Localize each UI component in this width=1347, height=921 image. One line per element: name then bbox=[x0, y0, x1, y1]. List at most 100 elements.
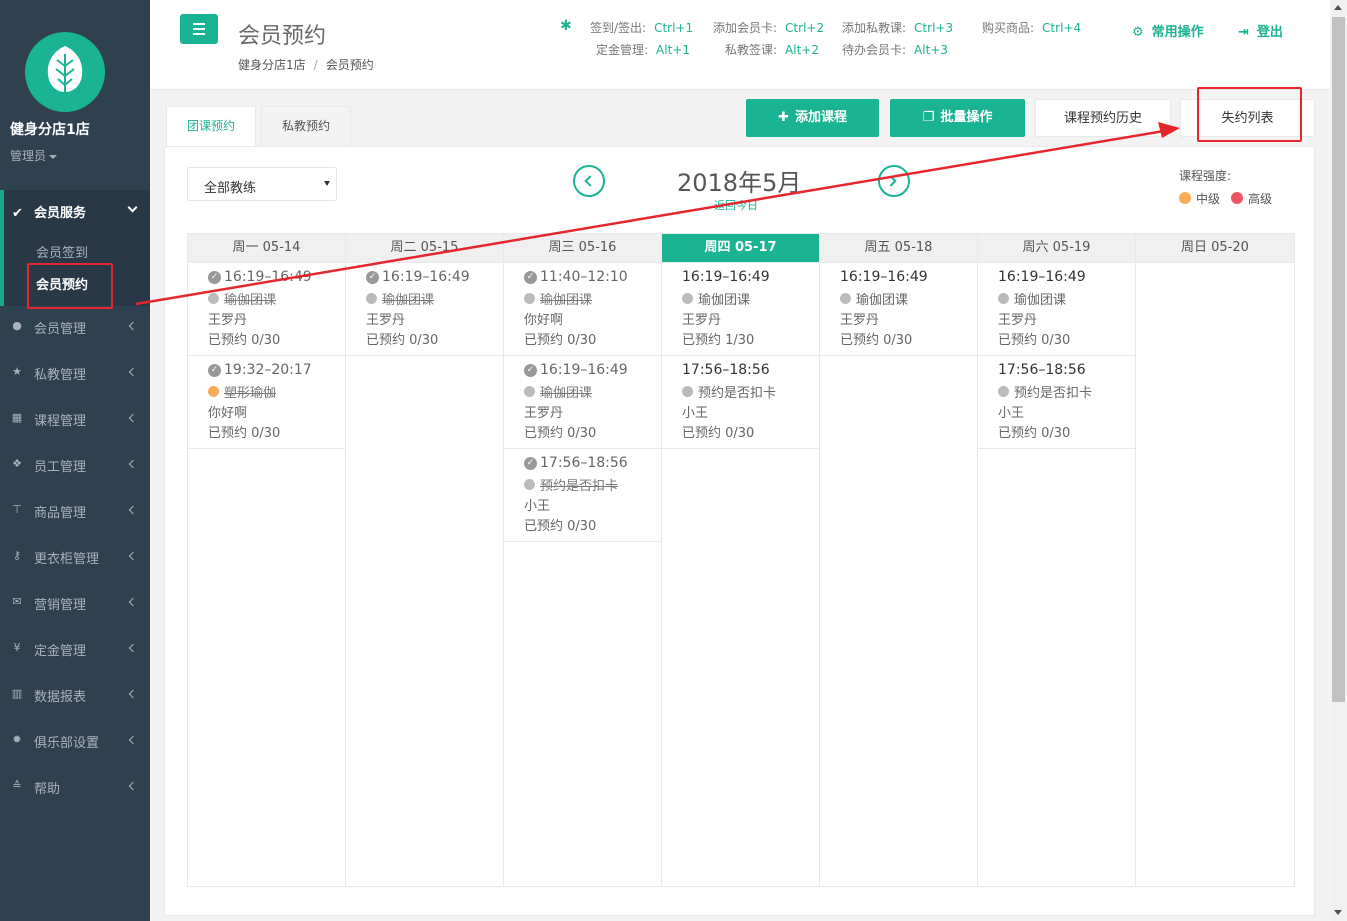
course-coach: 王罗丹 bbox=[998, 313, 1038, 328]
gear-icon: ✹ bbox=[12, 733, 22, 746]
breadcrumb-store[interactable]: 健身分店1店 bbox=[238, 58, 306, 72]
course-name-row: 瑜伽团课 bbox=[524, 382, 661, 402]
shortcut-add-card: 添加会员卡: Ctrl+2 bbox=[713, 19, 824, 36]
scrollbar-thumb[interactable] bbox=[1332, 17, 1345, 702]
shortcut-label: 添加会员卡: bbox=[713, 21, 778, 35]
intensity-label: 课程强度: bbox=[1179, 169, 1232, 183]
role-dropdown[interactable]: 管理员 bbox=[10, 147, 58, 164]
course-coach: 你好啊 bbox=[208, 406, 248, 421]
common-ops-label: 常用操作 bbox=[1151, 25, 1204, 40]
course-name: 预约是否扣卡 bbox=[698, 386, 777, 401]
scroll-down-icon[interactable] bbox=[1334, 910, 1342, 915]
sidebar-item-label: 课程管理 bbox=[34, 414, 87, 429]
common-ops-link[interactable]: ⚙ 常用操作 bbox=[1132, 21, 1204, 40]
nav-sub-checkin[interactable]: 会员签到 bbox=[36, 242, 88, 261]
sidebar-item-3[interactable]: ❖ 员工管理 bbox=[0, 442, 150, 488]
booking-history-button[interactable]: 课程预约历史 bbox=[1035, 99, 1171, 137]
course-card[interactable]: ✓ 19:32–20:17 塑形瑜伽 你好啊 已预约 0/30 bbox=[188, 356, 345, 449]
day-column: 周三 05-16 ✓ 11:40–12:10 瑜伽团课 你好啊 已预约 0/30 ✓ 16:1… bbox=[504, 234, 662, 886]
course-coach: 小王 bbox=[524, 499, 551, 514]
scroll-up-icon[interactable] bbox=[1334, 5, 1342, 10]
shortcut-label: 定金管理: bbox=[596, 43, 649, 57]
legend-label: 中级 bbox=[1196, 192, 1221, 206]
nav-group-header[interactable]: ✔ 会员服务 bbox=[12, 202, 86, 221]
sidebar-item-4[interactable]: ⊤ 商品管理 bbox=[0, 488, 150, 534]
course-time: 17:56–18:56 bbox=[540, 455, 628, 471]
page-scrollbar[interactable] bbox=[1330, 0, 1347, 921]
intensity-dot bbox=[840, 293, 851, 304]
sign-out-icon: ⇥ bbox=[1238, 25, 1249, 40]
sidebar-item-10[interactable]: ≙ 帮助 bbox=[0, 764, 150, 810]
sidebar-item-9[interactable]: ✹ 俱乐部设置 bbox=[0, 718, 150, 764]
key-icon: ⚷ bbox=[12, 549, 22, 562]
course-coach: 王罗丹 bbox=[208, 313, 248, 328]
tab-group-booking[interactable]: 团课预约 bbox=[166, 106, 257, 147]
breadcrumb: 健身分店1店 / 会员预约 bbox=[238, 56, 374, 73]
chevron-left-icon bbox=[128, 643, 138, 653]
tab-private-booking[interactable]: 私教预约 bbox=[261, 106, 352, 146]
bar-chart-icon: ▥ bbox=[11, 687, 23, 700]
course-name: 瑜伽团课 bbox=[698, 293, 751, 308]
course-card[interactable]: 16:19–16:49 瑜伽团课 王罗丹 已预约 0/30 bbox=[978, 263, 1135, 356]
check-circle-icon: ✓ bbox=[524, 364, 537, 377]
users-icon: ❖ bbox=[12, 457, 22, 470]
course-time: 19:32–20:17 bbox=[224, 362, 312, 378]
sidebar-item-1[interactable]: ★ 私教管理 bbox=[0, 350, 150, 396]
store-name: 健身分店1店 bbox=[10, 122, 90, 138]
course-card[interactable]: 16:19–16:49 瑜伽团课 王罗丹 已预约 0/30 bbox=[820, 263, 977, 356]
chevron-left-icon bbox=[128, 781, 138, 791]
intensity-dot bbox=[208, 293, 219, 304]
course-name: 瑜伽团课 bbox=[1014, 293, 1067, 308]
course-card[interactable]: ✓ 11:40–12:10 瑜伽团课 你好啊 已预约 0/30 bbox=[504, 263, 661, 356]
chevron-down-icon bbox=[127, 202, 138, 213]
course-time-row: 16:19–16:49 bbox=[682, 269, 819, 289]
copy-icon: ❐ bbox=[922, 110, 935, 125]
course-booked: 已预约 0/30 bbox=[998, 426, 1071, 441]
course-card[interactable]: 17:56–18:56 预约是否扣卡 小王 已预约 0/30 bbox=[978, 356, 1135, 449]
course-name-row: 瑜伽团课 bbox=[366, 289, 503, 309]
logout-link[interactable]: ⇥ 登出 bbox=[1238, 21, 1283, 40]
back-today-link[interactable]: 返回今日 bbox=[714, 197, 758, 213]
annotation-box-missed bbox=[1197, 87, 1302, 142]
sidebar-item-7[interactable]: ¥ 定金管理 bbox=[0, 626, 150, 672]
calendar-icon: ▦ bbox=[11, 411, 23, 424]
sidebar-item-8[interactable]: ▥ 数据报表 bbox=[0, 672, 150, 718]
calendar-month: 2018年5月 bbox=[677, 169, 802, 197]
shortcut-add-private: 添加私教课: Ctrl+3 bbox=[842, 19, 953, 36]
course-card[interactable]: 16:19–16:49 瑜伽团课 王罗丹 已预约 1/30 bbox=[662, 263, 819, 356]
chevron-left-icon bbox=[128, 505, 138, 515]
day-header: 周三 05-16 bbox=[504, 234, 661, 263]
course-card[interactable]: ✓ 16:19–16:49 瑜伽团课 王罗丹 已预约 0/30 bbox=[346, 263, 503, 356]
course-time: 11:40–12:10 bbox=[540, 269, 628, 285]
course-booked: 已预约 0/30 bbox=[998, 333, 1071, 348]
course-card[interactable]: 17:56–18:56 预约是否扣卡 小王 已预约 0/30 bbox=[662, 356, 819, 449]
role-label: 管理员 bbox=[10, 149, 47, 163]
sidebar-item-0[interactable]: ● 会员管理 bbox=[0, 304, 150, 350]
shortcut-label: 添加私教课: bbox=[842, 21, 907, 35]
shortcut-key: Alt+1 bbox=[656, 43, 690, 57]
next-week-button[interactable] bbox=[878, 165, 910, 197]
course-time-row: ✓ 16:19–16:49 bbox=[208, 269, 345, 289]
course-name-row: 瑜伽团课 bbox=[682, 289, 819, 309]
shortcut-pending-card: 待办会员卡: Alt+3 bbox=[842, 41, 948, 58]
legend-label: 高级 bbox=[1248, 192, 1273, 206]
add-course-button[interactable]: ✚ 添加课程 bbox=[746, 99, 879, 137]
menu-toggle-button[interactable] bbox=[180, 14, 218, 44]
batch-ops-button[interactable]: ❐ 批量操作 bbox=[890, 99, 1025, 137]
intensity-dot bbox=[682, 293, 693, 304]
sidebar-item-2[interactable]: ▦ 课程管理 bbox=[0, 396, 150, 442]
intensity-dot bbox=[366, 293, 377, 304]
chevron-left-icon bbox=[128, 551, 138, 561]
intensity-dot bbox=[998, 386, 1009, 397]
sidebar-item-5[interactable]: ⚷ 更衣柜管理 bbox=[0, 534, 150, 580]
coach-select[interactable]: 全部教练 bbox=[187, 167, 337, 201]
intensity-dot bbox=[208, 386, 219, 397]
sidebar-item-6[interactable]: ✉ 营销管理 bbox=[0, 580, 150, 626]
course-card[interactable]: ✓ 17:56–18:56 预约是否扣卡 小王 已预约 0/30 bbox=[504, 449, 661, 542]
course-time-row: ✓ 16:19–16:49 bbox=[524, 362, 661, 382]
prev-week-button[interactable] bbox=[573, 165, 605, 197]
course-card[interactable]: ✓ 16:19–16:49 瑜伽团课 王罗丹 已预约 0/30 bbox=[188, 263, 345, 356]
course-card[interactable]: ✓ 16:19–16:49 瑜伽团课 王罗丹 已预约 0/30 bbox=[504, 356, 661, 449]
course-time-row: ✓ 17:56–18:56 bbox=[524, 455, 661, 475]
check-circle-icon: ✓ bbox=[208, 364, 221, 377]
